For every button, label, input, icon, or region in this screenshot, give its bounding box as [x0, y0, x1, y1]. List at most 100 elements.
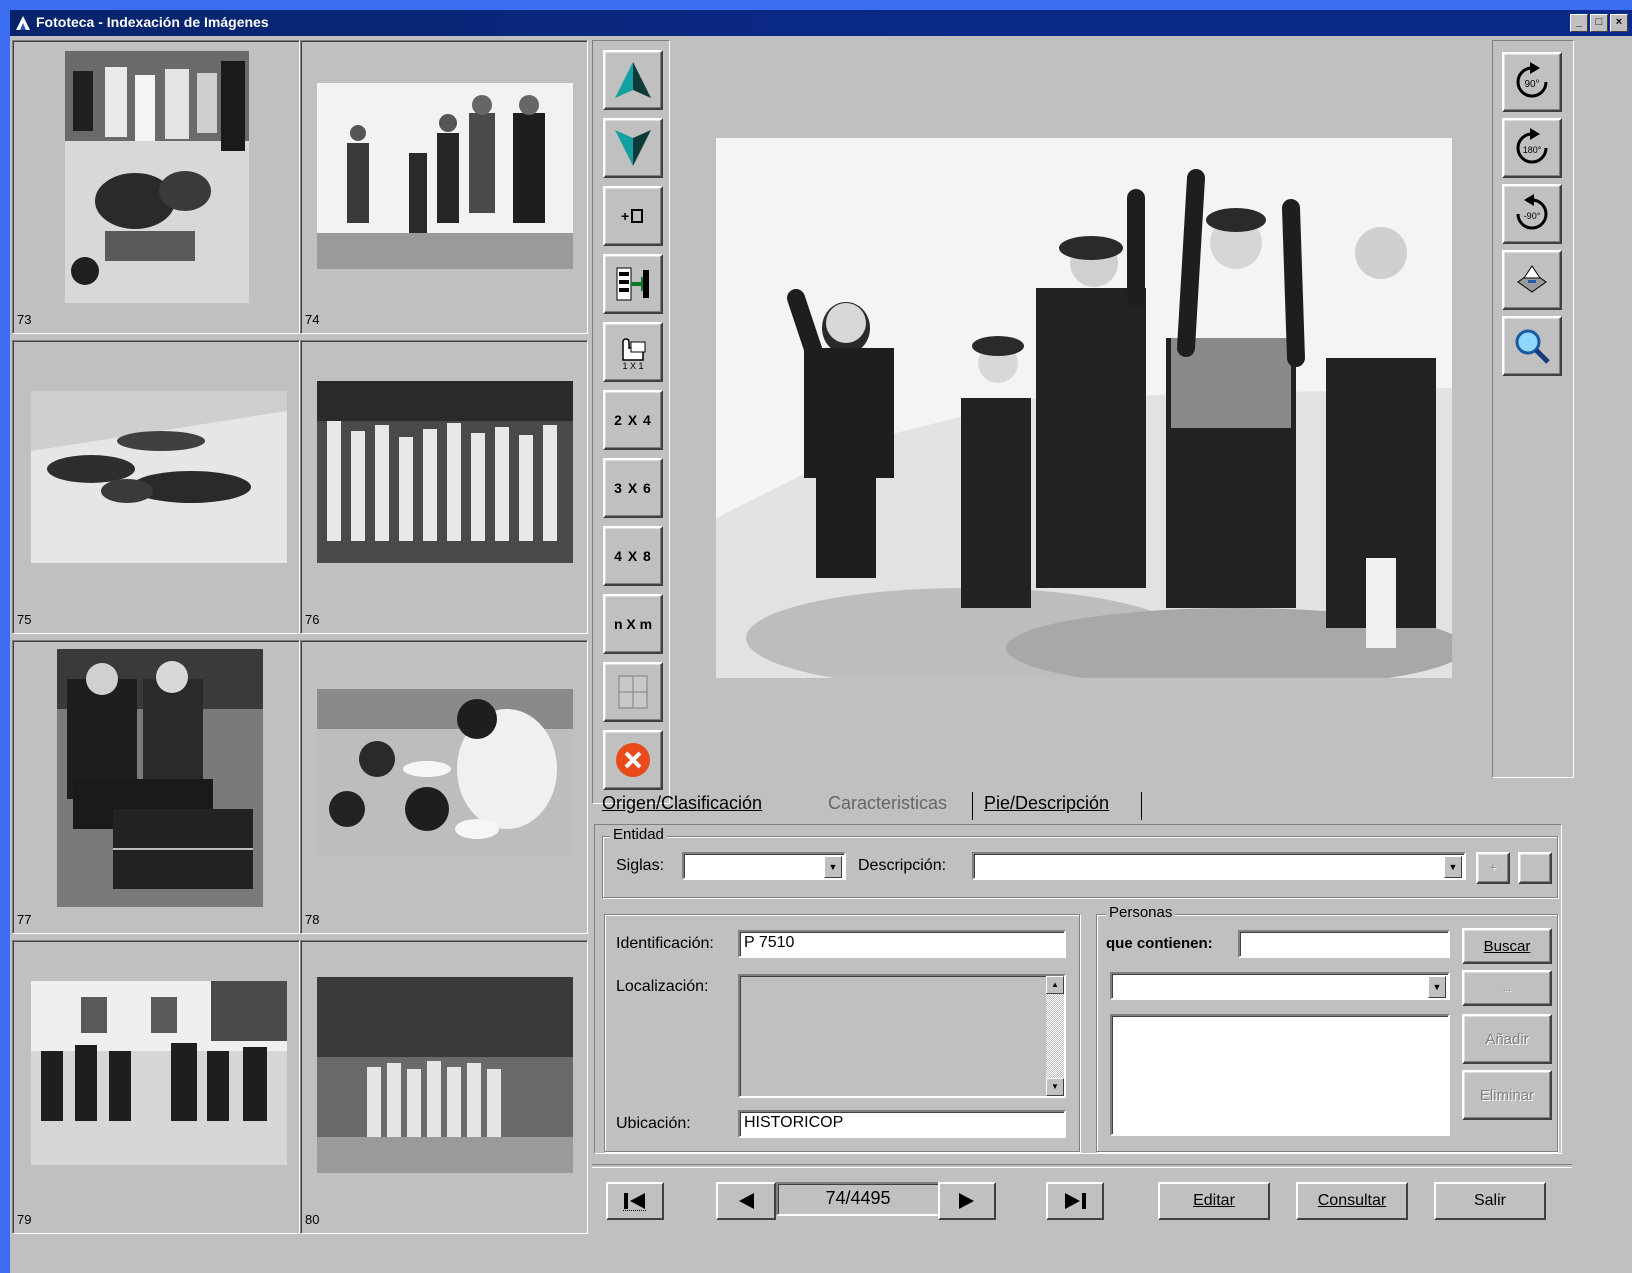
magnifier-icon: [1515, 329, 1550, 364]
import-button[interactable]: [603, 254, 663, 314]
thumbnail-image: [317, 977, 573, 1173]
ubicacion-input[interactable]: HISTORICOP: [738, 1110, 1066, 1138]
thumbnail-image: [57, 649, 263, 907]
minimize-button[interactable]: _: [1570, 14, 1588, 32]
tab-caracteristicas[interactable]: Caracteristicas: [828, 793, 947, 814]
consultar-button[interactable]: Consultar: [1296, 1182, 1408, 1220]
layout-nxm-button[interactable]: n X m: [603, 594, 663, 654]
thumbnail-cell[interactable]: 80: [300, 940, 588, 1234]
rotate-neg90-label: -90°: [1524, 211, 1541, 221]
zoom-button[interactable]: [1502, 316, 1562, 376]
triangle-down-icon: [615, 130, 651, 166]
chevron-down-icon[interactable]: ▼: [824, 856, 842, 878]
anadir-button[interactable]: Añadir: [1462, 1014, 1552, 1064]
personas-blank-button[interactable]: ...: [1462, 970, 1552, 1006]
svg-text:+: +: [621, 208, 629, 224]
close-circle-icon: [616, 743, 650, 777]
editar-button[interactable]: Editar: [1158, 1182, 1270, 1220]
arrow-left-icon: [739, 1193, 754, 1209]
layout-4x8-label: 4 X 8: [614, 548, 652, 564]
siglas-dropdown[interactable]: ▼: [682, 852, 846, 880]
skip-first-icon: [623, 1193, 647, 1211]
thumbnail-image: [317, 381, 573, 563]
thumbnail-image: [31, 391, 287, 563]
add-image-button[interactable]: +: [603, 186, 663, 246]
ubicacion-value: HISTORICOP: [744, 1114, 844, 1131]
first-record-button[interactable]: [606, 1182, 664, 1220]
rotate-neg90-button[interactable]: -90°: [1502, 184, 1562, 244]
cancel-button[interactable]: [603, 730, 663, 790]
thumbnail-number: 78: [305, 912, 320, 927]
identificacion-label: Identificación:: [616, 935, 714, 952]
printer-icon: [1517, 265, 1547, 293]
ubicacion-label: Ubicación:: [616, 1115, 691, 1132]
layout-4x8-button[interactable]: 4 X 8: [603, 526, 663, 586]
thumbnail-number: 77: [17, 912, 32, 927]
chevron-down-icon[interactable]: ▼: [1444, 856, 1462, 878]
tab-pie-descripcion[interactable]: Pie/Descripción: [984, 793, 1109, 814]
layout-2x4-button[interactable]: 2 X 4: [603, 390, 663, 450]
add-icon: +: [621, 208, 643, 224]
thumbnail-number: 74: [305, 312, 320, 327]
one-by-one-label: 1 X 1: [622, 360, 644, 371]
entidad-blank-button[interactable]: [1518, 852, 1552, 884]
localizacion-textarea[interactable]: ▲ ▼: [738, 974, 1066, 1098]
thumbnail-cell[interactable]: 73: [12, 40, 300, 334]
rotate-neg90-icon: -90°: [1516, 194, 1548, 230]
previous-page-button[interactable]: [603, 50, 663, 110]
app-icon: [16, 16, 30, 30]
thumbnail-number: 76: [305, 612, 320, 627]
rotate-90-button[interactable]: 90°: [1502, 52, 1562, 112]
tab-origen-clasificacion[interactable]: Origen/Clasificación: [602, 793, 762, 814]
main-image-preview: [716, 138, 1452, 678]
chevron-down-icon[interactable]: ▼: [1428, 976, 1446, 998]
next-record-button[interactable]: [938, 1182, 996, 1220]
thumbnail-cell[interactable]: 78: [300, 640, 588, 934]
skip-last-icon: [1065, 1193, 1086, 1209]
previous-record-button[interactable]: [716, 1182, 776, 1220]
arrow-right-icon: [959, 1193, 974, 1209]
personas-list[interactable]: [1110, 1014, 1450, 1136]
close-window-button[interactable]: ×: [1610, 14, 1628, 32]
next-page-button[interactable]: [603, 118, 663, 178]
identificacion-input[interactable]: P 7510: [738, 930, 1066, 958]
app-window: Fototeca - Indexación de Imágenes _ □ ×: [10, 10, 1632, 1273]
personas-contain-label: que contienen:: [1106, 935, 1213, 952]
tab-separator: [1141, 792, 1142, 820]
siglas-label: Siglas:: [616, 857, 665, 874]
entidad-group-title: Entidad: [610, 826, 667, 843]
scroll-down-icon[interactable]: ▼: [1046, 1078, 1064, 1096]
descripcion-label: Descripción:: [858, 857, 947, 874]
thumbnail-cell[interactable]: 76: [300, 340, 588, 634]
thumbnail-cell[interactable]: 77: [12, 640, 300, 934]
personas-blank-label: ...: [1502, 982, 1512, 994]
scroll-up-icon[interactable]: ▲: [1046, 976, 1064, 994]
layout-3x6-label: 3 X 6: [614, 480, 652, 496]
personas-dropdown[interactable]: ▼: [1110, 972, 1450, 1000]
thumbnail-cell[interactable]: 75: [12, 340, 300, 634]
salir-button[interactable]: Salir: [1434, 1182, 1546, 1220]
buscar-button[interactable]: Buscar: [1462, 928, 1552, 964]
grid-view-button[interactable]: [603, 662, 663, 722]
descripcion-dropdown[interactable]: ▼: [972, 852, 1466, 880]
last-record-button[interactable]: [1046, 1182, 1104, 1220]
record-counter-value: 74/4495: [825, 1188, 891, 1208]
thumbnail-image: [317, 83, 573, 269]
rotate-180-button[interactable]: 180°: [1502, 118, 1562, 178]
record-counter: 74/4495: [776, 1182, 940, 1216]
grid-icon: [618, 675, 648, 709]
personas-search-input[interactable]: [1238, 930, 1450, 958]
layout-3x6-button[interactable]: 3 X 6: [603, 458, 663, 518]
entidad-add-button[interactable]: +: [1476, 852, 1510, 884]
bottom-separator: [592, 1164, 1572, 1168]
thumbnail-cell[interactable]: 74: [300, 40, 588, 334]
print-button[interactable]: [1502, 250, 1562, 310]
eliminar-button[interactable]: Eliminar: [1462, 1070, 1552, 1120]
localizacion-scrollbar[interactable]: ▲ ▼: [1046, 976, 1064, 1096]
maximize-button[interactable]: □: [1590, 14, 1608, 32]
consultar-label: Consultar: [1317, 1192, 1387, 1209]
thumbnail-cell[interactable]: 79: [12, 940, 300, 1234]
one-by-one-button[interactable]: 1 X 1: [603, 322, 663, 382]
anadir-label: Añadir: [1485, 1030, 1529, 1048]
thumbnail-number: 75: [17, 612, 32, 627]
